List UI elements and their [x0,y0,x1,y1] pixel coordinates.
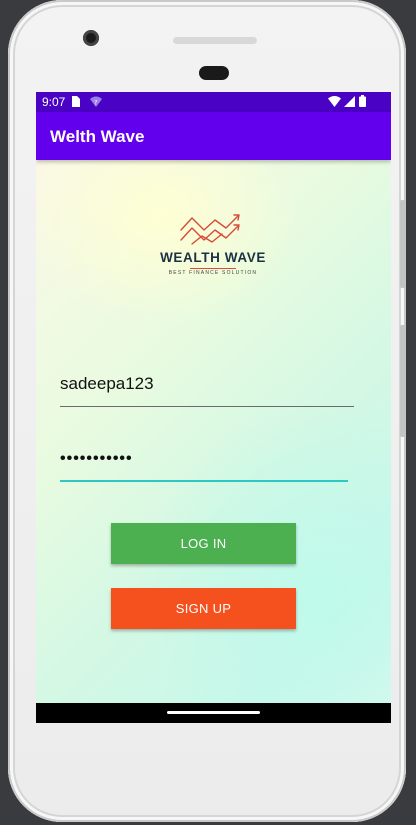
status-time: 9:07 [42,95,66,109]
top-speaker-grille [173,37,257,44]
sim-card-icon [72,96,80,110]
device-frame: 9:07 ? Welth Wave WEALTH WAVE BEST FINAN… [8,0,406,822]
signup-button[interactable]: SIGN UP [111,588,296,629]
app-bar: Welth Wave [36,112,391,160]
battery-icon [359,95,366,110]
logo-wordmark: WEALTH WAVE [160,250,266,265]
password-value: ••••••••••• [60,450,133,467]
wifi-icon [328,96,341,110]
username-value: sadeepa123 [60,374,154,393]
earpiece [199,66,229,80]
device-screen: 9:07 ? Welth Wave WEALTH WAVE BEST FINAN… [36,92,391,723]
svg-text:?: ? [94,100,97,107]
wealth-wave-logo: WEALTH WAVE BEST FINANCE SOLUTION [156,212,270,288]
login-screen: WEALTH WAVE BEST FINANCE SOLUTION sadeep… [36,160,391,703]
front-camera [83,30,99,46]
power-button [400,200,406,288]
password-field[interactable]: ••••••••••• [60,440,348,482]
signal-icon [344,96,355,110]
trend-arrows-icon [180,214,240,245]
logo-divider [190,268,236,269]
login-button[interactable]: LOG IN [111,523,296,564]
logo-tagline: BEST FINANCE SOLUTION [168,270,258,276]
status-bar: 9:07 ? [36,92,391,112]
app-title: Welth Wave [50,127,145,146]
navigation-bar [36,703,391,723]
username-field[interactable]: sadeepa123 [60,364,354,407]
vpn-icon: ? [90,96,102,110]
volume-button [400,325,406,437]
home-gesture-handle[interactable] [167,711,260,714]
